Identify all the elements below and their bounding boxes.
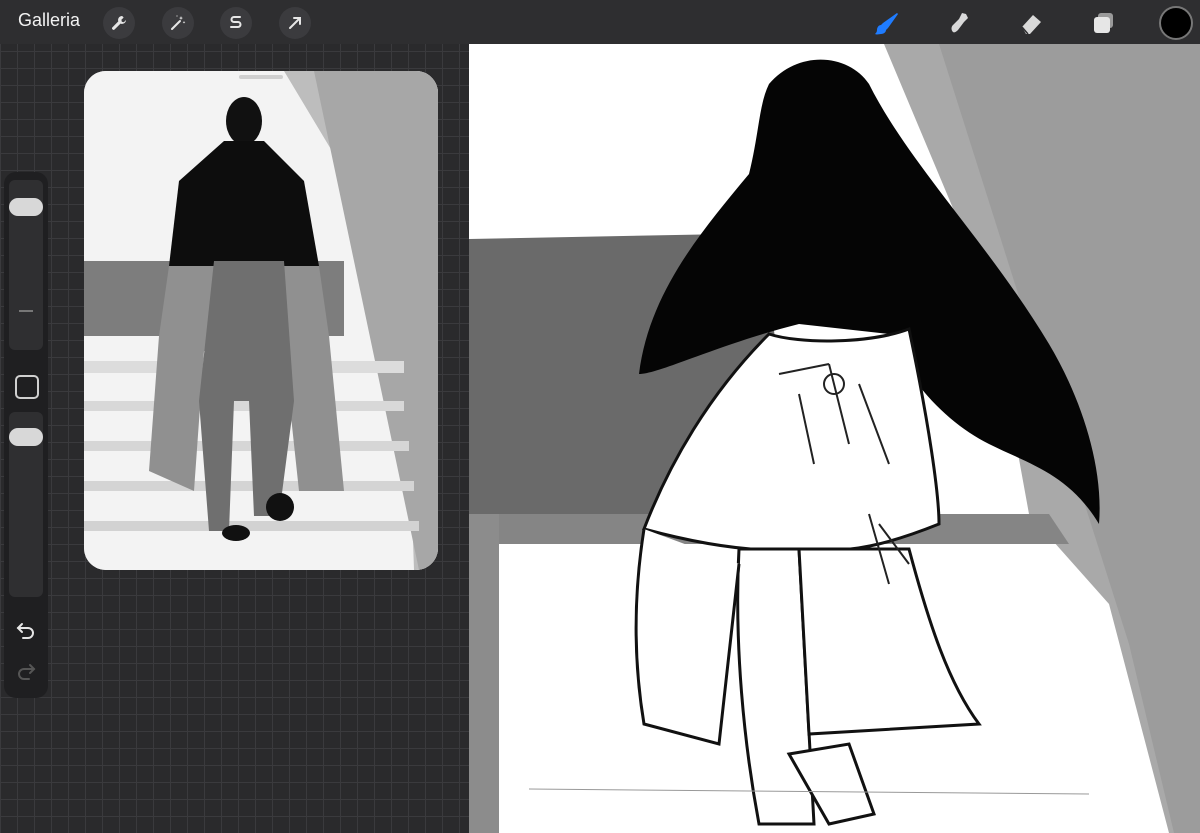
drawing-canvas[interactable] [469,44,1200,833]
redo-icon[interactable] [15,660,37,687]
brush-opacity-thumb[interactable] [9,428,43,446]
brush-size-slider[interactable] [9,180,43,350]
top-toolbar: Galleria [0,0,1200,44]
modify-button[interactable] [15,375,39,399]
left-sidebar [4,172,48,698]
canvas-artwork [469,44,1200,833]
brush-size-thumb[interactable] [9,198,43,216]
transform-arrow-icon[interactable] [279,7,311,39]
brush-icon[interactable] [873,6,907,40]
magic-wand-icon[interactable] [162,7,194,39]
color-picker-swatch[interactable] [1159,6,1193,40]
wrench-icon[interactable] [103,7,135,39]
gallery-button[interactable]: Galleria [18,10,80,31]
reference-photo [84,71,438,570]
brush-opacity-slider[interactable] [9,412,43,597]
eraser-icon[interactable] [1015,6,1049,40]
layers-icon[interactable] [1087,6,1121,40]
reference-panel[interactable] [84,71,438,570]
reference-panel-handle[interactable] [239,75,283,79]
selection-s-icon[interactable] [220,7,252,39]
undo-icon[interactable] [15,619,37,646]
smudge-icon[interactable] [943,6,977,40]
slider-divider [19,310,33,312]
